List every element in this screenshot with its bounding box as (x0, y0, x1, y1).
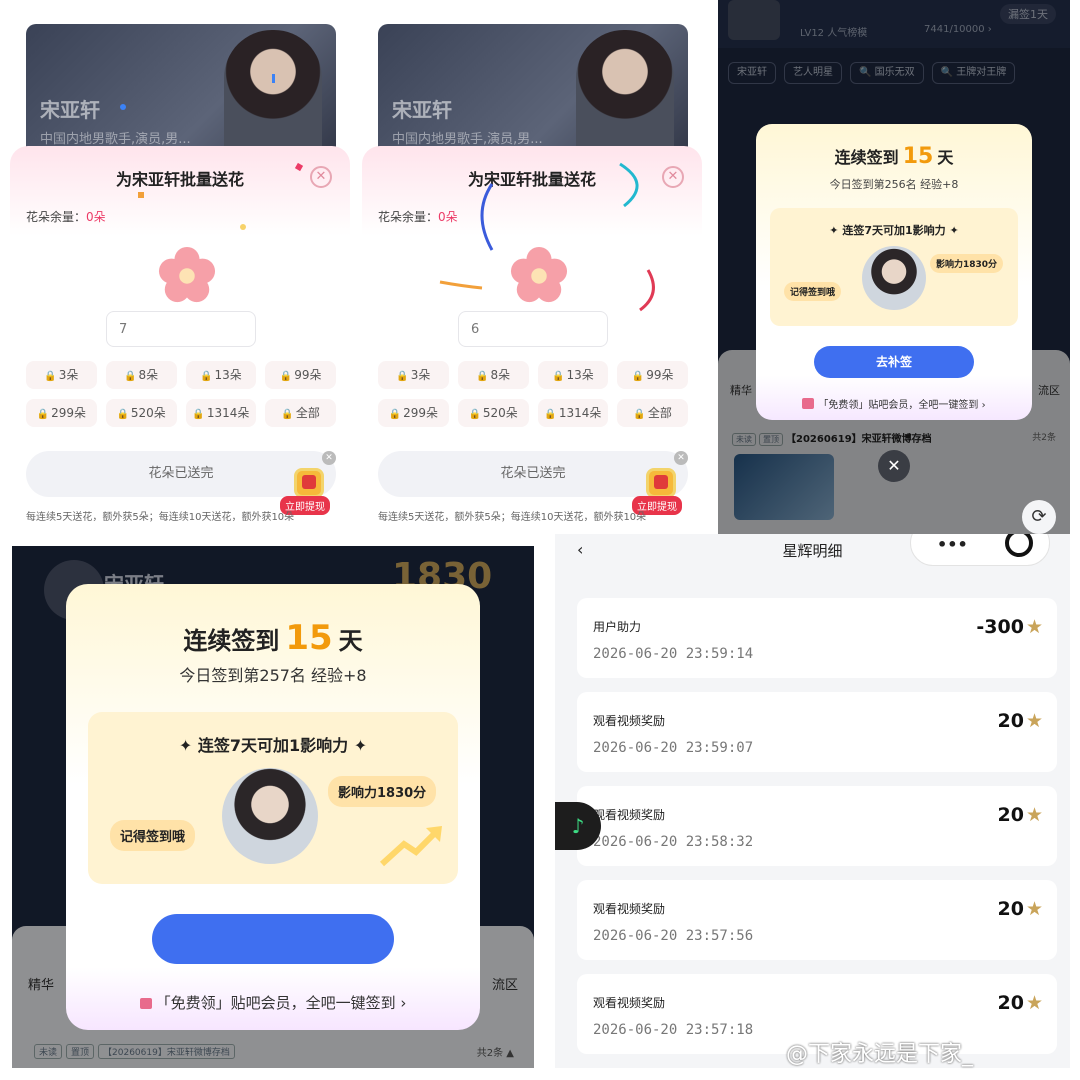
flower-icon (158, 246, 216, 303)
watermark: @下家永远是下家_ (786, 1042, 974, 1067)
nav-bar: ‹ 星辉明细 ••• (555, 534, 1070, 568)
list-item: 观看视频奖励 2026-06-20 23:59:07 20 ★ (577, 692, 1057, 772)
streak-tip: 每连续5天送花，额外获5朵；每连续10天送花，额外获10朵 (26, 512, 295, 523)
star-icon: ★ (1025, 898, 1043, 920)
lock-icon: 🔒 (279, 371, 293, 382)
star-icon: ★ (1025, 710, 1043, 732)
signin-rank: 今日签到第256名 经验+8 (829, 178, 959, 191)
chip-13[interactable]: 🔒 13朵 (185, 361, 257, 389)
confetti (120, 104, 126, 110)
close-small-icon[interactable]: ✕ (322, 451, 336, 465)
record-label: 观看视频奖励 (593, 714, 666, 728)
close-modal-icon[interactable]: ✕ (878, 450, 910, 482)
streak-box: ✦ 连签7天可加1影响力 ✦ 记得签到哦 影响力1830分 (88, 712, 458, 884)
chip-8[interactable]: 🔒 8朵 (105, 361, 177, 389)
chip-3[interactable]: 🔒 3朵 (26, 361, 97, 389)
reminder-bubble: 记得签到哦 (110, 820, 196, 851)
signin-modal: 连续签到 15 天 今日签到第257名 经验+8 ✦ 连签7天可加1影响力 ✦ 记得… (66, 584, 480, 1030)
flower-panel-2: 宋亚轩 中国内地男歌手,演员,男... 为宋亚轩批量送花 ✕ 花朵余量：0朵 6… (362, 14, 702, 534)
confetti (138, 192, 144, 198)
signin-heading: 连续签到 15 天 (183, 618, 363, 658)
chip-99[interactable]: 🔒 99朵 (265, 361, 336, 389)
record-label: 用户助力 (593, 620, 642, 634)
record-value: 20 ★ (997, 804, 1044, 826)
influence-bubble: 影响力1830分 (930, 254, 1004, 273)
record-time: 2026-06-20 23:59:14 (593, 646, 754, 662)
mini-program-capsule: ••• (910, 534, 1050, 566)
confetti (272, 74, 275, 83)
record-time: 2026-06-20 23:57:18 (593, 1022, 754, 1038)
close-icon[interactable]: ✕ (310, 166, 332, 188)
lock-icon: 🔒 (36, 409, 50, 420)
gift-icon (802, 398, 815, 409)
signin-button[interactable] (152, 914, 394, 964)
record-time: 2026-06-20 23:58:32 (593, 834, 754, 850)
star-icon: ★ (1025, 804, 1043, 826)
artist-photo (222, 768, 318, 864)
quantity-chips: 🔒 3朵 🔒 8朵 🔒 13朵 🔒 99朵 🔒 299朵 🔒 520朵 🔒 1314朵 🔒 全部 (26, 361, 336, 427)
chip-1314[interactable]: 🔒 1314朵 (185, 399, 257, 427)
streak-title: ✦ 连签7天可加1影响力 ✦ (178, 736, 368, 755)
lock-icon: 🔒 (44, 371, 57, 382)
list-item: 观看视频奖励 2026-06-20 23:58:32 20 ★ (577, 786, 1057, 866)
record-label: 观看视频奖励 (593, 902, 666, 916)
chip-520[interactable]: 🔒 520朵 (105, 399, 177, 427)
trend-arrow-icon (379, 826, 442, 867)
lock-icon: 🔒 (200, 371, 213, 382)
flower-panel-1: 宋亚轩 中国内地男歌手,演员,男... 为宋亚轩批量送花 ✕ 花朵余量：0朵 7… (10, 14, 350, 534)
confetti (240, 224, 246, 230)
record-value: 20 ★ (997, 992, 1044, 1014)
vip-promo-link[interactable]: 「免费领」贴吧会员，全吧一键签到 › (756, 396, 1032, 411)
lock-icon: 🔒 (192, 409, 205, 420)
signin-heading: 连续签到 15 天 (834, 144, 954, 169)
flower-remaining: 花朵余量：0朵 (26, 210, 106, 224)
confetti-arcs (439, 162, 655, 312)
record-list: 用户助力 2026-06-20 23:59:14 -300 ★ 观看视频奖励 20… (577, 598, 1057, 1068)
chip-all[interactable]: 🔒 全部 (265, 399, 336, 427)
artist-desc: 中国内地男歌手,演员,男... (40, 132, 191, 147)
vip-promo-link[interactable]: 「免费领」贴吧会员，全吧一键签到 › (66, 992, 480, 1013)
quantity-input[interactable]: 7 (106, 311, 256, 347)
star-detail-panel: ‹ 星辉明细 ••• 用户助力 2026-06-20 23:59:14 -300… (555, 534, 1070, 1068)
signin-rank: 今日签到第257名 经验+8 (179, 666, 367, 685)
more-icon[interactable]: ••• (937, 535, 968, 554)
influence-bubble: 影响力1830分 (328, 776, 437, 807)
chip-299[interactable]: 🔒 299朵 (26, 399, 97, 427)
streak-title: ✦ 连签7天可加1影响力 ✦ (829, 224, 959, 237)
record-value: 20 ★ (997, 710, 1044, 732)
music-note-icon[interactable]: ♪ (555, 802, 601, 850)
gift-icon (139, 998, 152, 1009)
artist-photo (862, 246, 926, 310)
send-flower-sheet: 为宋亚轩批量送花 ✕ 花朵余量：0朵 7 🔒 3朵 🔒 8朵 🔒 13朵 🔒 99朵 🔒… (10, 146, 350, 534)
makeup-signin-button[interactable]: 去补签 (814, 346, 974, 378)
lock-icon: 🔒 (116, 409, 129, 420)
lock-icon: 🔒 (124, 371, 137, 382)
exit-icon[interactable] (1005, 534, 1033, 557)
signin-modal: 连续签到 15 天 今日签到第256名 经验+8 ✦ 连签7天可加1影响力 ✦ 记得… (756, 124, 1032, 420)
signin-panel-large: 宋亚轩 1830 精华 流区 未读置顶【20260619】宋亚轩微博存档 共2条… (12, 546, 534, 1068)
list-item: 观看视频奖励 2026-06-20 23:57:56 20 ★ (577, 880, 1057, 960)
artist-portrait (224, 30, 322, 160)
star-icon: ★ (1025, 992, 1043, 1014)
refresh-icon[interactable]: ⟳ (1022, 500, 1056, 534)
record-value: 20 ★ (997, 898, 1044, 920)
record-value: -300 ★ (976, 616, 1043, 638)
record-time: 2026-06-20 23:59:07 (593, 740, 754, 756)
red-packet-icon (294, 468, 324, 498)
artist-name: 宋亚轩 (40, 98, 100, 122)
record-time: 2026-06-20 23:57:56 (593, 928, 754, 944)
list-item: 用户助力 2026-06-20 23:59:14 -300 ★ (577, 598, 1057, 678)
record-label: 观看视频奖励 (593, 996, 666, 1010)
signin-panel-small: LV12 人气榜模 7441/10000 › 漏签1天 宋亚轩 艺人明星 🔍 国… (718, 0, 1070, 534)
streak-box: ✦ 连签7天可加1影响力 ✦ 记得签到哦 影响力1830分 (770, 208, 1018, 326)
record-label: 观看视频奖励 (593, 808, 666, 822)
lock-icon: 🔒 (281, 409, 294, 420)
star-icon: ★ (1025, 616, 1043, 638)
reminder-bubble: 记得签到哦 (784, 282, 842, 301)
